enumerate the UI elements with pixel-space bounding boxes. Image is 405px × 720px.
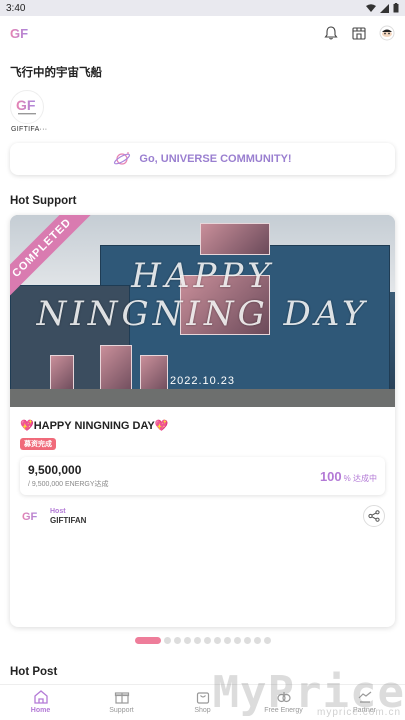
energy-progress-box: 9,500,000 / 9,500,000 ENERGY达成 100% 达成中 xyxy=(20,457,385,495)
support-card[interactable]: HAPPY NINGNING DAY 2022.10.23 COMPLETED … xyxy=(10,215,395,627)
carousel-pager xyxy=(0,637,405,644)
pager-dot[interactable] xyxy=(213,637,221,644)
overlay-title: HAPPY NINGNING DAY xyxy=(36,256,369,334)
ground-shape xyxy=(10,389,395,407)
host-label: Host xyxy=(50,507,66,515)
channel-title: 飞行中的宇宙飞船 xyxy=(10,67,102,79)
overlay-date: 2022.10.23 xyxy=(169,375,236,387)
bell-icon[interactable] xyxy=(323,25,339,41)
nav-item-support[interactable]: Support xyxy=(92,689,152,714)
host-name: GIFTIFAN xyxy=(50,515,87,525)
energy-icon xyxy=(276,692,291,703)
signal-icon xyxy=(380,3,389,13)
nav-item-home[interactable]: Home xyxy=(11,689,71,714)
nav-item-shop[interactable]: Shop xyxy=(173,689,233,714)
giftifan-logo-icon: GF xyxy=(16,97,36,115)
pager-dot[interactable] xyxy=(183,637,191,644)
pager-dot[interactable] xyxy=(223,637,231,644)
host-info[interactable]: GF Host GIFTIFAN xyxy=(20,505,86,527)
pager-dot[interactable] xyxy=(243,637,251,644)
share-icon xyxy=(368,510,380,522)
svg-text:GF: GF xyxy=(10,26,28,40)
pager-dot[interactable] xyxy=(233,637,241,644)
percent-value: 100 xyxy=(319,468,342,484)
status-time: 3:40 xyxy=(6,2,26,14)
status-badge: 募资完成 xyxy=(20,438,56,450)
pager-dot[interactable] xyxy=(163,637,171,644)
channel-logo-label: GIFTIFA··· xyxy=(11,126,48,133)
partner-icon xyxy=(358,691,371,703)
system-icons xyxy=(366,3,399,13)
pager-dot[interactable] xyxy=(173,637,181,644)
store-icon[interactable] xyxy=(351,25,367,41)
app-bar: GF xyxy=(0,16,405,50)
nav-label-support: Support xyxy=(109,707,134,714)
nav-label-shop: Shop xyxy=(194,707,211,714)
hot-post-title: Hot Post xyxy=(10,666,58,678)
battery-icon xyxy=(393,3,399,13)
giftifan-logo-icon[interactable]: GF xyxy=(10,26,30,40)
shop-bag-icon xyxy=(196,692,209,704)
share-button[interactable] xyxy=(363,505,385,527)
host-row: GF Host GIFTIFAN xyxy=(20,505,385,527)
status-bar: 3:40 xyxy=(0,0,405,16)
energy-target: / 9,500,000 ENERGY达成 xyxy=(28,481,109,488)
host-avatar: GF xyxy=(20,505,42,527)
svg-text:GF: GF xyxy=(16,97,36,113)
channel-logo[interactable]: GF xyxy=(10,90,44,124)
nav-item-free-energy[interactable]: Free Energy xyxy=(254,689,314,714)
support-card-image: HAPPY NINGNING DAY 2022.10.23 COMPLETED xyxy=(10,215,395,407)
avatar-icon[interactable] xyxy=(379,25,395,41)
project-title: 💖HAPPY NINGNING DAY💖 xyxy=(20,420,169,432)
pager-dot[interactable] xyxy=(134,637,161,644)
pager-dot[interactable] xyxy=(203,637,211,644)
energy-percent: 100% 达成中 xyxy=(320,469,377,484)
svg-text:GF: GF xyxy=(22,511,38,523)
nav-label-partner: Partner xyxy=(353,707,376,714)
app-bar-actions xyxy=(323,25,395,41)
poster-shape xyxy=(200,223,270,255)
pager-dot[interactable] xyxy=(263,637,271,644)
bottom-navigation: Home Support Shop Free Energy Partner xyxy=(0,684,405,720)
home-icon xyxy=(33,690,48,704)
poster-shape xyxy=(50,355,74,393)
planet-icon xyxy=(114,152,131,165)
nav-item-partner[interactable]: Partner xyxy=(335,689,395,714)
nav-label-home: Home xyxy=(30,707,51,714)
nav-label-free-energy: Free Energy xyxy=(264,707,303,714)
community-button-label: Go, UNIVERSE COMMUNITY! xyxy=(139,153,292,165)
pager-dot[interactable] xyxy=(193,637,201,644)
percent-suffix: % 达成中 xyxy=(343,473,377,483)
hot-support-title: Hot Support xyxy=(10,195,77,207)
universe-community-button[interactable]: Go, UNIVERSE COMMUNITY! xyxy=(10,143,395,175)
giftifan-logo-icon: GF xyxy=(22,511,38,523)
energy-amount: 9,500,000 xyxy=(28,463,82,477)
pager-dot[interactable] xyxy=(253,637,261,644)
gift-icon xyxy=(114,692,129,704)
wifi-icon xyxy=(366,3,376,12)
